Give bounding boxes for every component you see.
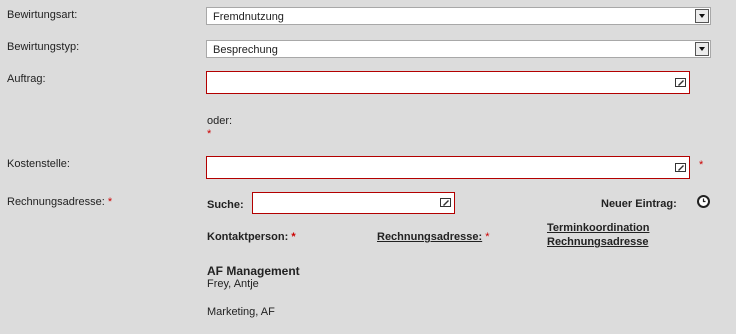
edit-icon[interactable]: [675, 162, 686, 172]
kontaktperson-required-mark: *: [291, 231, 296, 243]
edit-icon[interactable]: [675, 77, 686, 87]
kontaktperson-label: Kontaktperson:: [207, 231, 289, 243]
entry-department: Marketing, AF: [207, 306, 275, 318]
bewirtungsart-label: Bewirtungsart:: [7, 9, 78, 21]
rechnungsadresse-column-required-mark: *: [485, 231, 490, 243]
kostenstelle-label: Kostenstelle:: [7, 158, 70, 170]
neuer-eintrag-label: Neuer Eintrag:: [601, 198, 677, 210]
clock-icon[interactable]: [697, 195, 710, 208]
rechnungsadresse-label: Rechnungsadresse: *: [7, 196, 112, 208]
rechnungsadresse-sort-link[interactable]: Rechnungsadresse:: [377, 231, 482, 243]
rechnungsadresse-label-text: Rechnungsadresse:: [7, 196, 105, 208]
bewirtungstyp-label: Bewirtungstyp:: [7, 41, 80, 53]
entry-company: AF Management: [207, 264, 300, 278]
bewirtungsart-value: Fremdnutzung: [213, 11, 284, 23]
auftrag-label: Auftrag:: [7, 73, 46, 85]
terminkoordination-link-line2[interactable]: Rechnungsadresse: [547, 236, 648, 248]
rechnungsadresse-column-header[interactable]: Rechnungsadresse: *: [377, 231, 490, 243]
auftrag-field[interactable]: [206, 71, 690, 94]
bewirtungstyp-select[interactable]: Besprechung: [206, 40, 711, 58]
oder-required-mark: *: [207, 128, 212, 140]
suche-input[interactable]: [252, 192, 455, 214]
dropdown-arrow-icon[interactable]: [695, 42, 709, 56]
suche-label: Suche:: [207, 199, 244, 211]
kostenstelle-required-mark: *: [699, 159, 704, 171]
bewirtungsart-select[interactable]: Fremdnutzung: [206, 7, 711, 25]
edit-icon[interactable]: [440, 198, 451, 207]
dropdown-arrow-icon[interactable]: [695, 9, 709, 23]
terminkoordination-link-line1[interactable]: Terminkoordination: [547, 222, 649, 234]
bewirtungstyp-value: Besprechung: [213, 44, 278, 56]
entry-person: Frey, Antje: [207, 278, 259, 290]
kostenstelle-field[interactable]: [206, 156, 690, 179]
rechnungsadresse-required-mark: *: [107, 196, 113, 208]
oder-text: oder:: [207, 115, 233, 127]
kontaktperson-header: Kontaktperson: *: [207, 231, 296, 243]
